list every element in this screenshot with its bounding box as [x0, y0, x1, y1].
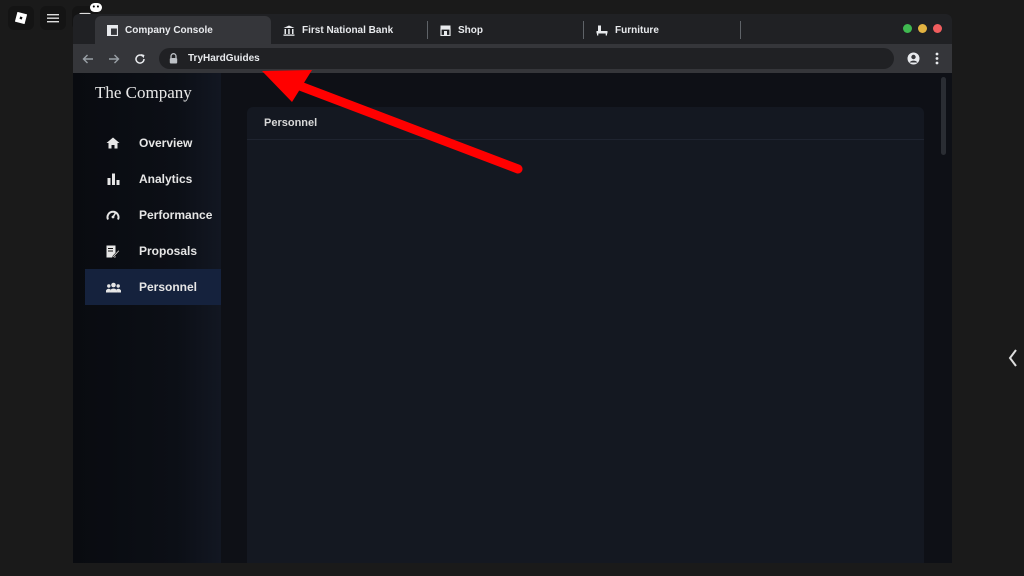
- arrow-left-icon: [82, 54, 93, 63]
- tab-company-console[interactable]: Company Console: [95, 16, 271, 44]
- scrollbar[interactable]: [941, 77, 946, 155]
- reload-button[interactable]: [133, 52, 147, 66]
- panel-title: Personnel: [247, 107, 924, 140]
- sidebar-item-performance[interactable]: Performance: [85, 197, 221, 233]
- roblox-logo-button[interactable]: [8, 6, 34, 30]
- sidebar-item-label: Proposals: [139, 244, 198, 258]
- speedometer-icon: [105, 209, 121, 221]
- sidebar-item-analytics[interactable]: Analytics: [85, 161, 221, 197]
- hamburger-icon: [47, 14, 59, 23]
- tab-label: Furniture: [615, 24, 659, 36]
- account-icon: [907, 52, 919, 65]
- window-controls: [903, 24, 942, 33]
- home-icon: [105, 137, 121, 149]
- lock-icon: [169, 53, 178, 64]
- tab-label: First National Bank: [302, 24, 394, 36]
- sidebar-item-proposals[interactable]: Proposals: [85, 233, 221, 269]
- bank-icon: [283, 25, 295, 36]
- sidebar-item-label: Personnel: [139, 280, 198, 294]
- side-panel-toggle[interactable]: [1008, 348, 1018, 373]
- browser-window: Company Console First National Bank Shop: [73, 14, 952, 563]
- arrow-right-icon: [109, 54, 120, 63]
- tab-bar: Company Console First National Bank Shop: [73, 14, 952, 44]
- tab-divider: [740, 21, 741, 39]
- maximize-button[interactable]: [903, 24, 912, 33]
- bar-chart-icon: [105, 173, 121, 185]
- document-edit-icon: [105, 245, 121, 258]
- close-button[interactable]: [933, 24, 942, 33]
- profile-button[interactable]: [906, 52, 920, 66]
- chat-badge: ••: [89, 3, 102, 12]
- back-button[interactable]: [81, 52, 95, 66]
- tab-first-national-bank[interactable]: First National Bank: [271, 16, 427, 44]
- users-icon: [105, 282, 121, 293]
- forward-button[interactable]: [107, 52, 121, 66]
- brand-title: The Company: [95, 83, 192, 102]
- store-icon: [440, 25, 451, 36]
- sidebar: The Company Overview Analytics Performan…: [73, 73, 221, 563]
- tab-label: Shop: [458, 24, 483, 36]
- browser-menu-button[interactable]: [930, 52, 944, 66]
- url-field[interactable]: TryHardGuides: [159, 48, 894, 69]
- tab-furniture[interactable]: Furniture: [584, 16, 740, 44]
- personnel-panel: Personnel: [247, 107, 924, 563]
- minimize-button[interactable]: [918, 24, 927, 33]
- tab-shop[interactable]: Shop: [428, 16, 583, 44]
- sidebar-item-personnel[interactable]: Personnel: [85, 269, 221, 305]
- tab-label: Company Console: [125, 24, 213, 36]
- reload-icon: [135, 53, 145, 64]
- roblox-logo-icon: [15, 12, 27, 24]
- furniture-icon: [596, 25, 608, 35]
- more-vertical-icon: [935, 52, 939, 65]
- page-content: The Company Overview Analytics Performan…: [73, 73, 952, 563]
- address-bar-row: TryHardGuides: [73, 44, 952, 73]
- url-text: TryHardGuides: [188, 53, 260, 64]
- sidebar-item-label: Overview: [139, 136, 193, 150]
- sidebar-item-label: Analytics: [139, 172, 193, 186]
- chevron-left-icon: [1008, 349, 1017, 367]
- dashboard-icon: [107, 24, 118, 36]
- sidebar-item-overview[interactable]: Overview: [85, 125, 221, 161]
- main-area: Personnel: [221, 73, 952, 563]
- sidebar-item-label: Performance: [139, 208, 213, 222]
- menu-button[interactable]: [40, 6, 66, 30]
